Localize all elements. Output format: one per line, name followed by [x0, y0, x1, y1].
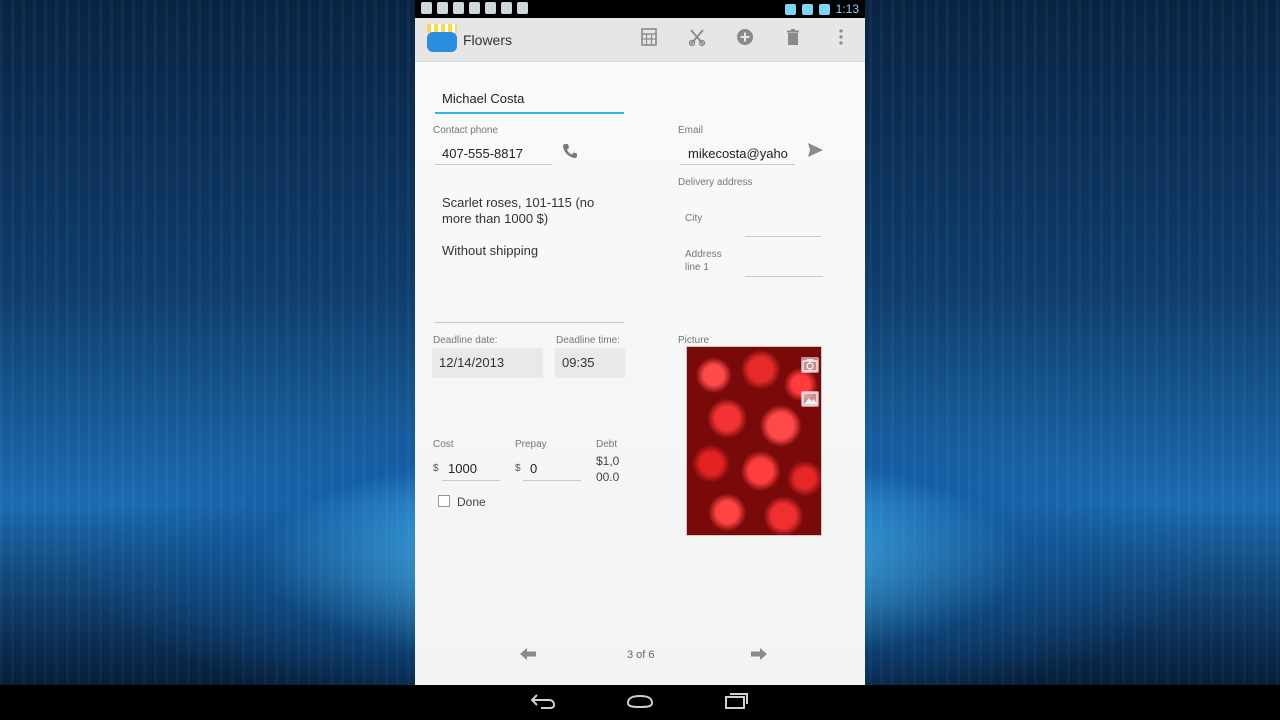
deadline-time-picker[interactable]: 09:35 [555, 348, 625, 378]
action-bar: Flowers [415, 18, 865, 62]
customer-name-underline [435, 112, 624, 114]
email-input[interactable]: mikecosta@yaho [688, 146, 788, 161]
cost-label: Cost [433, 439, 454, 450]
contact-phone-underline [435, 164, 552, 165]
cost-currency: $ [433, 463, 439, 474]
notification-icon [437, 2, 448, 14]
cost-underline [442, 480, 500, 481]
battery-icon [818, 3, 830, 15]
notification-icon [485, 2, 496, 14]
system-icons: 1:13 [784, 2, 859, 16]
order-description[interactable]: Scarlet roses, 101-115 (no more than 100… [442, 195, 622, 227]
address-line-1-input[interactable] [745, 276, 823, 277]
camera-icon[interactable] [801, 357, 819, 373]
done-checkbox[interactable] [438, 495, 450, 507]
back-icon[interactable] [527, 692, 559, 712]
notification-icon [501, 2, 512, 14]
deadline-date-picker[interactable]: 12/14/2013 [432, 348, 543, 378]
deadline-time-label: Deadline time: [556, 335, 620, 346]
calculator-icon[interactable] [637, 28, 661, 52]
customer-name-input[interactable]: Michael Costa [435, 86, 625, 114]
alarm-icon [784, 3, 796, 15]
address-line-1-label: Address line 1 [685, 249, 722, 273]
debt-value-line1: $1,0 [596, 454, 620, 468]
city-input[interactable] [745, 236, 821, 237]
city-label: City [685, 213, 703, 224]
home-icon[interactable] [624, 692, 656, 712]
done-label: Done [457, 495, 486, 509]
email-underline [680, 164, 795, 165]
app-logo-icon[interactable] [427, 24, 459, 54]
email-label: Email [678, 125, 704, 136]
contact-phone-input[interactable]: 407-555-8817 [442, 146, 523, 161]
navigation-bar [0, 685, 1280, 720]
page-indicator: 3 of 6 [627, 649, 655, 661]
delete-icon[interactable] [781, 28, 805, 52]
prepay-label: Prepay [515, 439, 547, 450]
debt-value-line2: 00.0 [596, 470, 620, 484]
arrow-right-icon[interactable] [747, 646, 771, 666]
prepay-underline [523, 480, 581, 481]
status-bar: 1:13 [415, 0, 865, 18]
cut-icon[interactable] [685, 28, 709, 52]
app-title: Flowers [463, 32, 513, 48]
app-window: Flowers Michael Costa Contact phone 407-… [415, 18, 865, 685]
arrow-left-icon[interactable] [516, 646, 540, 666]
clock: 1:13 [835, 2, 859, 16]
send-icon[interactable] [804, 141, 826, 163]
picture-label: Picture [678, 335, 710, 346]
notification-icon [421, 2, 432, 14]
deadline-date-label: Deadline date: [433, 335, 498, 346]
notification-icon [517, 2, 528, 14]
recent-apps-icon[interactable] [720, 692, 752, 712]
gallery-icon[interactable] [801, 391, 819, 407]
phone-icon[interactable] [559, 142, 581, 164]
contact-phone-label: Contact phone [433, 125, 499, 136]
notification-icon [469, 2, 480, 14]
wifi-icon [801, 3, 813, 15]
overflow-menu-icon[interactable] [829, 28, 853, 52]
shipping-option[interactable]: Without shipping [442, 243, 538, 258]
debt-label: Debt [596, 439, 618, 450]
prepay-input[interactable]: 0 [530, 461, 537, 476]
cost-input[interactable]: 1000 [448, 461, 477, 476]
add-icon[interactable] [733, 28, 757, 52]
notification-icon [453, 2, 464, 14]
notification-icons [421, 2, 528, 14]
prepay-currency: $ [515, 463, 521, 474]
description-underline [435, 322, 624, 323]
flower-picture[interactable] [686, 346, 822, 536]
delivery-address-label: Delivery address [678, 177, 753, 188]
